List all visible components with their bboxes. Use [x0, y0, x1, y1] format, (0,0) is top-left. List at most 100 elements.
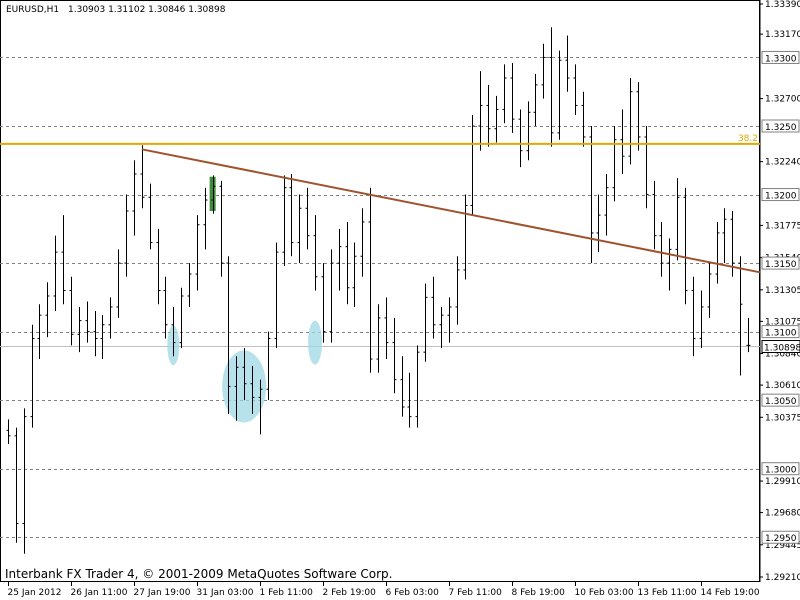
- ohlc-bar: [305, 187, 310, 250]
- ohlc-bar: [518, 109, 523, 168]
- price-level-label: 1.3000: [765, 466, 797, 476]
- ohlc-bar: [722, 208, 727, 264]
- ohlc-bar: [573, 64, 578, 116]
- ohlc-bar: [61, 215, 66, 305]
- ohlc-bar: [69, 276, 74, 346]
- ohlc-bar: [636, 82, 641, 151]
- time-axis: 25 Jan 2012 26 Jan 11:00 27 Jan 19:00 31 Ja…: [8, 582, 760, 598]
- ohlc-bar: [22, 408, 27, 554]
- x-tick-label: 13 Feb 11:00: [638, 588, 697, 598]
- ohlc-bar: [132, 160, 137, 236]
- fib-level-label: 38.2: [738, 134, 758, 144]
- x-tick-label: 10 Feb 03:00: [575, 588, 634, 598]
- ohlc-bar: [746, 317, 751, 353]
- ohlc-bar: [368, 187, 373, 373]
- ohlc-bar: [203, 187, 208, 250]
- ohlc-bar: [400, 356, 405, 417]
- chart-header: EURUSD,H1 1.30903 1.31102 1.30846 1.3089…: [6, 5, 226, 15]
- ohlc-bar: [589, 126, 594, 264]
- ohlc-bar: [187, 263, 192, 307]
- ohlc-bar: [384, 297, 389, 360]
- x-tick-label: 8 Feb 19:00: [512, 588, 566, 598]
- ohlc-bar: [195, 215, 200, 291]
- price-chart[interactable]: 38.2 1.33390 1.33170 1.32700 1.32240 1.31775…: [0, 0, 800, 600]
- ohlc-bar: [14, 427, 19, 543]
- x-tick-label: 27 Jan 19:00: [134, 588, 191, 598]
- price-level-label: 1.3200: [765, 192, 797, 202]
- price-level-label: 1.2950: [765, 534, 797, 544]
- x-tick-label: 25 Jan 2012: [8, 588, 62, 598]
- y-tick-label: 1.33170: [765, 30, 800, 40]
- ohlc-bar: [659, 221, 664, 277]
- ohlc-bar: [93, 311, 98, 357]
- ohlc-bar: [565, 35, 570, 92]
- ohlc-bar: [360, 208, 365, 277]
- current-price-label: 1.30898: [764, 344, 800, 354]
- ohlc-bar: [652, 180, 657, 250]
- watermark: Interbank FX Trader 4, © 2001-2009 MetaQ…: [5, 567, 393, 581]
- ohlc-bar: [707, 263, 712, 318]
- x-tick-label: 1 Feb 11:00: [260, 588, 314, 598]
- ohlc-bar: [478, 71, 483, 151]
- ohlc-bar: [423, 283, 428, 362]
- y-tick-label: 1.33390: [765, 0, 800, 10]
- ohlc-bar: [266, 331, 271, 401]
- ohlc-bar: [604, 173, 609, 236]
- x-tick-label: 26 Jan 11:00: [71, 588, 128, 598]
- ohlc-bar: [533, 73, 538, 127]
- ohlc-bar: [738, 256, 743, 376]
- quote-label: 1.30903 1.31102 1.30846 1.30898: [68, 5, 226, 15]
- ohlc-bar: [463, 194, 468, 280]
- highlight-bar: [209, 176, 216, 211]
- ohlc-bar: [337, 228, 342, 291]
- price-level-marker: 1.3050: [761, 393, 800, 407]
- ohlc-bar: [415, 345, 420, 428]
- x-tick-label: 14 Feb 19:00: [701, 588, 760, 598]
- ohlc-bar: [163, 276, 168, 339]
- ohlc-bar: [100, 315, 105, 360]
- price-level-marker: 1.3200: [761, 188, 800, 202]
- highlight-ellipse: [308, 320, 323, 365]
- ohlc-bar: [431, 276, 436, 339]
- ohlc-bar: [116, 249, 121, 318]
- x-tick-label: 7 Feb 11:00: [449, 588, 503, 598]
- ohlc-bar: [53, 235, 58, 312]
- ohlc-bar: [352, 242, 357, 307]
- ohlc-bar: [667, 238, 672, 291]
- current-price-marker: 1.30898: [761, 340, 800, 354]
- y-tick-label: 1.31305: [765, 286, 800, 296]
- ohlc-bar: [297, 194, 302, 264]
- ohlc-bar: [313, 215, 318, 291]
- ohlc-bar: [45, 282, 50, 338]
- ohlc-bar: [77, 306, 82, 353]
- trend-line[interactable]: [141, 148, 761, 274]
- ohlc-bar: [376, 304, 381, 373]
- ohlc-bar: [502, 64, 507, 124]
- y-tick-label: 1.29680: [765, 509, 800, 519]
- ohlc-bar: [289, 173, 294, 257]
- ohlc-bar: [439, 306, 444, 349]
- x-tick-label: 2 Feb 19:00: [323, 588, 377, 598]
- ohlc-bar: [124, 194, 129, 277]
- ohlc-bar: [675, 178, 680, 261]
- ohlc-bar: [644, 126, 649, 209]
- ohlc-bar: [699, 290, 704, 349]
- y-tick-label: 1.31775: [765, 221, 800, 231]
- ohlc-bar: [620, 109, 625, 174]
- plot-frame: [0, 0, 760, 582]
- ohlc-bar: [321, 263, 326, 343]
- y-tick-label: 1.30610: [765, 381, 800, 391]
- ohlc-bar: [85, 301, 90, 343]
- ohlc-bars: [6, 27, 751, 554]
- y-tick-label: 1.29910: [765, 477, 800, 487]
- ohlc-bar: [282, 175, 287, 266]
- ohlc-bar: [715, 221, 720, 284]
- price-level-marker: 1.2950: [761, 530, 800, 544]
- ohlc-bar: [549, 27, 554, 147]
- price-level-marker: 1.3000: [761, 462, 800, 476]
- ohlc-bar: [140, 145, 145, 209]
- price-level-label: 1.3100: [765, 329, 797, 339]
- ohlc-bar: [30, 324, 35, 428]
- ohlc-bar: [541, 43, 546, 99]
- price-level-label: 1.3250: [765, 123, 797, 133]
